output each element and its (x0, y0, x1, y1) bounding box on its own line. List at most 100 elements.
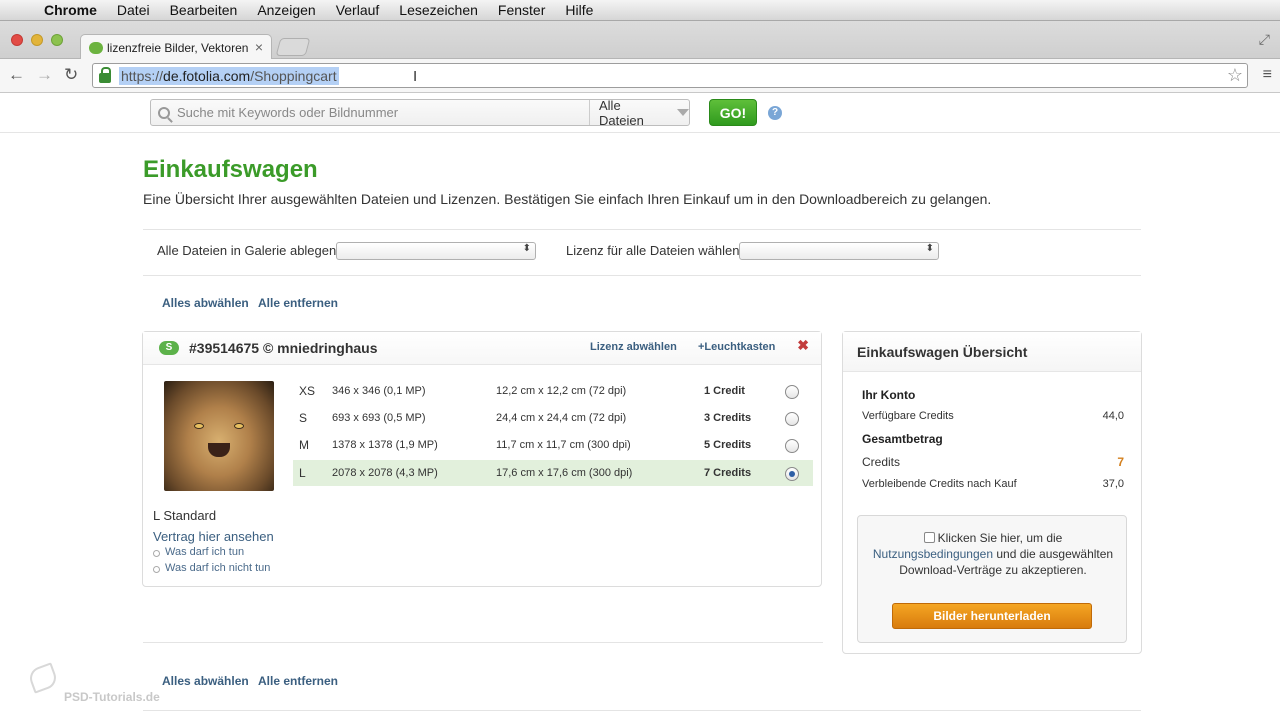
available-credits-row: Verfügbare Credits 44,0 (862, 410, 1124, 422)
gallery-select[interactable] (336, 242, 536, 260)
minimize-window-button[interactable] (31, 34, 43, 46)
total-heading: Gesamtbetrag (862, 432, 943, 446)
menu-fenster[interactable]: Fenster (498, 2, 545, 18)
size-row-m[interactable]: M 1378 x 1378 (1,9 MP) 11,7 cm x 11,7 cm… (293, 432, 813, 458)
download-images-button[interactable]: Bilder herunterladen (892, 603, 1092, 629)
credits-label: Credits (862, 455, 901, 469)
size-badge: S (159, 341, 179, 355)
page-description: Eine Übersicht Ihrer ausgewählten Dateie… (143, 191, 992, 207)
thumbnail-eye (234, 423, 244, 429)
size-pixels: 693 x 693 (0,5 MP) (332, 412, 426, 424)
watermark-text: PSD-Tutorials.de (64, 690, 160, 704)
lock-icon (99, 66, 111, 83)
text-cursor-icon: I (413, 68, 418, 85)
chrome-menu-icon[interactable]: ≡ (1263, 66, 1272, 84)
size-code: L (299, 466, 306, 480)
thumbnail-nose (208, 443, 230, 457)
dropdown-triangle-icon (677, 109, 689, 116)
menu-lesezeichen[interactable]: Lesezeichen (399, 2, 478, 18)
browser-toolbar: ← → ↻ https://de.fotolia.com/Shoppingcar… (0, 59, 1280, 93)
search-input[interactable]: Suche mit Keywords oder Bildnummer (177, 105, 589, 120)
bookmark-star-icon[interactable]: ☆ (1227, 65, 1243, 86)
may-not-do-link[interactable]: Was darf ich nicht tun (152, 562, 270, 574)
size-radio-selected[interactable] (785, 467, 799, 481)
size-row-xs[interactable]: XS 346 x 346 (0,1 MP) 12,2 cm x 12,2 cm … (293, 378, 813, 404)
tab-strip: lizenzfreie Bilder, Vektoren × ⤢ (0, 21, 1280, 60)
size-print: 12,2 cm x 12,2 cm (72 dpi) (496, 385, 627, 397)
file-type-select[interactable]: Alle Dateien (589, 97, 689, 128)
cart-summary-panel: Einkaufswagen Übersicht Ihr Konto Verfüg… (842, 331, 1142, 654)
license-name: L Standard (153, 508, 217, 523)
menu-datei[interactable]: Datei (117, 2, 150, 18)
help-icon[interactable]: ? (768, 106, 782, 120)
deselect-license-link[interactable]: Lizenz abwählen (590, 341, 677, 353)
size-credits: 7 Credits (704, 467, 752, 479)
close-window-button[interactable] (11, 34, 23, 46)
divider (143, 642, 823, 643)
may-do-link[interactable]: Was darf ich tun (152, 546, 244, 558)
size-radio[interactable] (785, 412, 799, 426)
size-radio[interactable] (785, 385, 799, 399)
size-code: XS (299, 384, 316, 398)
lion-thumbnail[interactable] (164, 381, 274, 491)
fullscreen-icon[interactable]: ⤢ (1259, 31, 1270, 48)
size-credits: 1 Credit (704, 385, 745, 397)
zoom-window-button[interactable] (51, 34, 63, 46)
summary-header: Einkaufswagen Übersicht (843, 332, 1141, 372)
thumbnail-eye (194, 423, 204, 429)
macos-menubar: Chrome Datei Bearbeiten Anzeigen Verlauf… (0, 0, 1280, 21)
cart-item-card: S #39514675 © mniedringhaus Lizenz abwäh… (142, 331, 822, 587)
deselect-all-link-bottom[interactable]: Alles abwählen (162, 674, 249, 688)
go-button[interactable]: GO! (709, 99, 757, 126)
tab-close-icon[interactable]: × (255, 39, 263, 55)
size-code: M (299, 438, 309, 452)
terms-checkbox[interactable] (923, 532, 935, 543)
deselect-all-link[interactable]: Alles abwählen (162, 296, 249, 310)
summary-title: Einkaufswagen Übersicht (857, 344, 1028, 360)
size-print: 24,4 cm x 24,4 cm (72 dpi) (496, 412, 627, 424)
menu-hilfe[interactable]: Hilfe (565, 2, 593, 18)
terms-prefix: Klicken Sie hier, um die (937, 531, 1063, 545)
menu-bearbeiten[interactable]: Bearbeiten (170, 2, 238, 18)
file-type-value: Alle Dateien (599, 97, 644, 128)
reload-icon[interactable]: ↻ (64, 65, 78, 85)
size-print: 17,6 cm x 17,6 cm (300 dpi) (496, 467, 633, 479)
size-row-l[interactable]: L 2078 x 2078 (4,3 MP) 17,6 cm x 17,6 cm… (293, 460, 813, 486)
size-credits: 3 Credits (704, 412, 752, 424)
view-contract-link[interactable]: Vertrag hier ansehen (153, 529, 274, 544)
menu-anzeigen[interactable]: Anzeigen (257, 2, 315, 18)
menu-app-name[interactable]: Chrome (44, 2, 97, 18)
remaining-credits-label: Verbleibende Credits nach Kauf (862, 478, 1017, 490)
gallery-label: Alle Dateien in Galerie ablegen (157, 243, 337, 258)
terms-of-use-link[interactable]: Nutzungsbedingungen (873, 547, 993, 561)
browser-tab[interactable]: lizenzfreie Bilder, Vektoren × (80, 34, 272, 60)
terms-box: Klicken Sie hier, um die Nutzungsbedingu… (857, 515, 1127, 643)
tab-title: lizenzfreie Bilder, Vektoren (107, 40, 249, 55)
remaining-credits-row: Verbleibende Credits nach Kauf 37,0 (862, 478, 1124, 490)
remaining-credits-value: 37,0 (1102, 478, 1124, 490)
size-pixels: 1378 x 1378 (1,9 MP) (332, 439, 438, 451)
add-lightbox-link[interactable]: +Leuchtkasten (698, 341, 775, 353)
remove-all-link-bottom[interactable]: Alle entfernen (258, 674, 338, 688)
remove-all-link[interactable]: Alle entfernen (258, 296, 338, 310)
url-scheme: https:// (121, 67, 164, 84)
remove-item-icon[interactable]: ✖ (797, 337, 809, 354)
url-text[interactable]: https://de.fotolia.com/Shoppingcart (119, 66, 339, 85)
forward-arrow-icon[interactable]: → (36, 65, 53, 85)
license-select[interactable] (739, 242, 939, 260)
size-row-s[interactable]: S 693 x 693 (0,5 MP) 24,4 cm x 24,4 cm (… (293, 405, 813, 431)
menu-verlauf[interactable]: Verlauf (336, 2, 380, 18)
search-box[interactable]: Suche mit Keywords oder Bildnummer Alle … (150, 97, 690, 128)
divider (143, 275, 1141, 276)
address-bar[interactable]: https://de.fotolia.com/Shoppingcart I ☆ (92, 63, 1248, 88)
credits-row: Credits 7 (862, 455, 1124, 469)
available-credits-value: 44,0 (1102, 410, 1124, 422)
site-search-bar: Suche mit Keywords oder Bildnummer Alle … (0, 93, 1280, 133)
size-radio[interactable] (785, 439, 799, 453)
terms-text: Klicken Sie hier, um die Nutzungsbedingu… (868, 530, 1118, 578)
new-tab-button[interactable] (275, 38, 311, 56)
back-arrow-icon[interactable]: ← (8, 65, 25, 85)
url-host: de.fotolia.com (163, 67, 251, 84)
search-icon (158, 106, 170, 119)
size-credits: 5 Credits (704, 439, 752, 451)
